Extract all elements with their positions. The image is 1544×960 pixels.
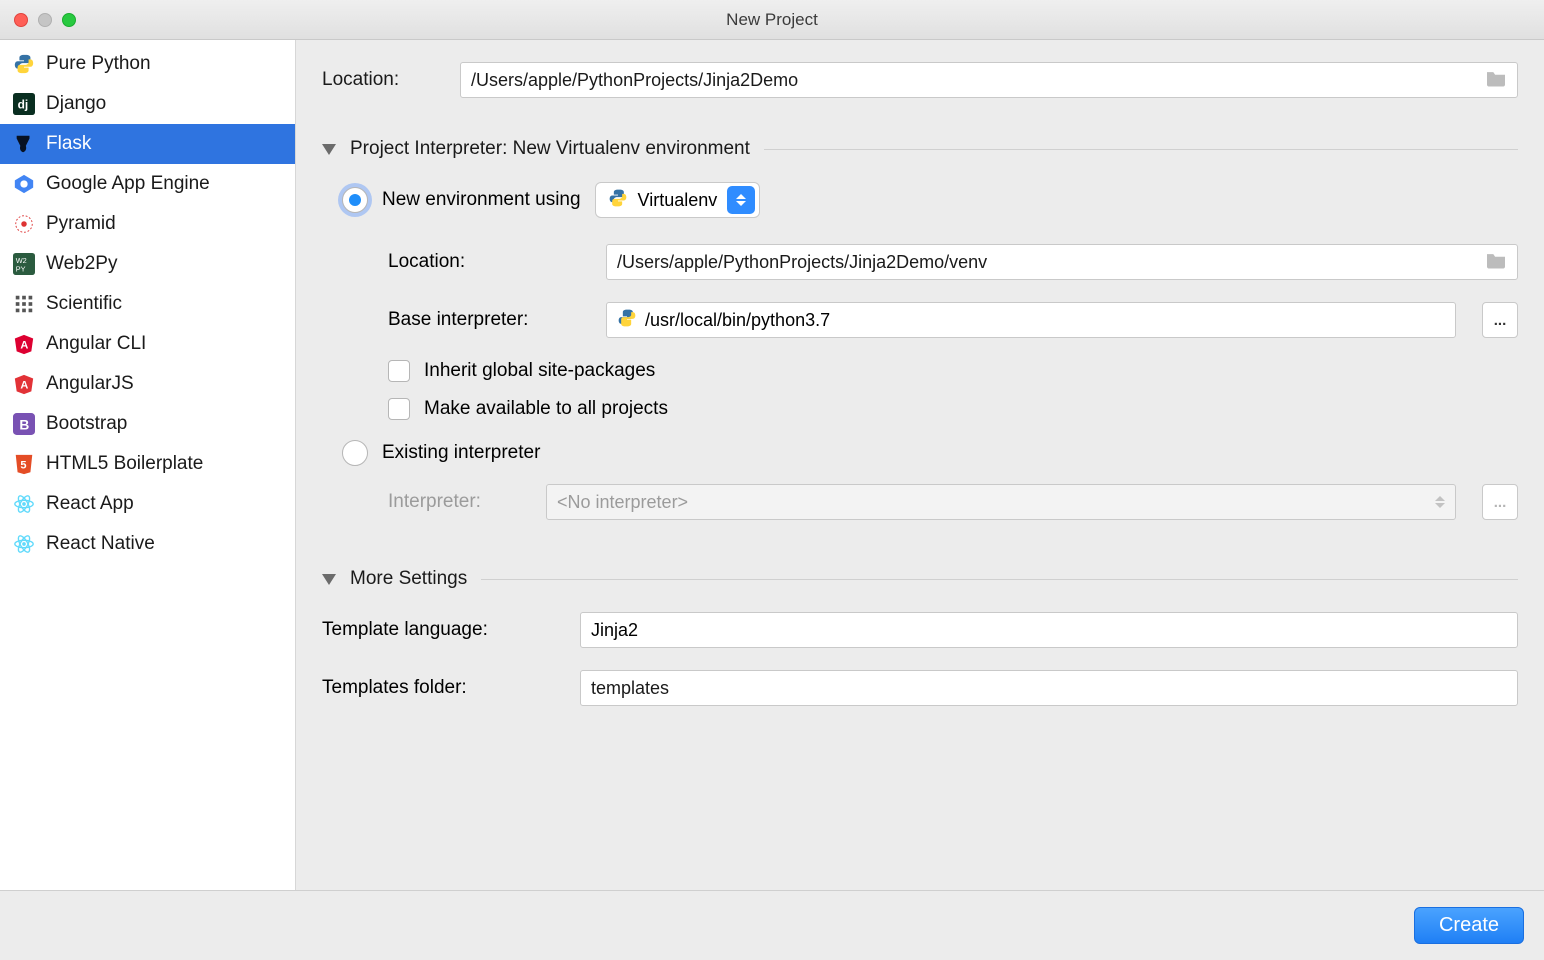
- inherit-packages-checkbox[interactable]: [388, 360, 410, 382]
- templates-folder-input[interactable]: templates: [580, 670, 1518, 706]
- gae-icon: [12, 172, 36, 196]
- interpreter-section-header[interactable]: Project Interpreter: New Virtualenv envi…: [322, 138, 1518, 160]
- sidebar-item-bootstrap[interactable]: B Bootstrap: [0, 404, 295, 444]
- sidebar-item-react-app[interactable]: React App: [0, 484, 295, 524]
- scientific-icon: [12, 292, 36, 316]
- footer: Create: [0, 890, 1544, 960]
- sidebar-item-label: Web2Py: [46, 253, 117, 275]
- sidebar-item-label: React Native: [46, 533, 155, 555]
- location-value: /Users/apple/PythonProjects/Jinja2Demo: [471, 70, 798, 91]
- new-environment-radio[interactable]: [342, 187, 368, 213]
- interpreter-section-title: Project Interpreter: New Virtualenv envi…: [350, 138, 750, 160]
- select-stepper-icon: [727, 186, 755, 214]
- sidebar-item-label: Flask: [46, 133, 91, 155]
- sidebar-item-react-native[interactable]: React Native: [0, 524, 295, 564]
- python-icon: [12, 52, 36, 76]
- more-settings-header[interactable]: More Settings: [322, 568, 1518, 590]
- base-interpreter-more-button[interactable]: ...: [1482, 302, 1518, 338]
- sidebar-item-angularjs[interactable]: A AngularJS: [0, 364, 295, 404]
- existing-interpreter-more-button: ...: [1482, 484, 1518, 520]
- svg-text:A: A: [20, 340, 28, 352]
- sidebar-item-angular-cli[interactable]: A Angular CLI: [0, 324, 295, 364]
- sidebar-item-label: Angular CLI: [46, 333, 146, 355]
- sidebar-item-web2py[interactable]: W2PY Web2Py: [0, 244, 295, 284]
- sidebar-item-google-app-engine[interactable]: Google App Engine: [0, 164, 295, 204]
- divider: [764, 149, 1518, 150]
- flask-icon: [12, 132, 36, 156]
- templates-folder-value: templates: [591, 678, 669, 699]
- env-location-input[interactable]: /Users/apple/PythonProjects/Jinja2Demo/v…: [606, 244, 1518, 280]
- web2py-icon: W2PY: [12, 252, 36, 276]
- base-interpreter-select[interactable]: /usr/local/bin/python3.7: [606, 302, 1456, 338]
- template-language-value: Jinja2: [591, 620, 638, 641]
- sidebar-item-label: Scientific: [46, 293, 122, 315]
- select-stepper-icon: [1493, 620, 1513, 641]
- sidebar-item-label: Pure Python: [46, 53, 151, 75]
- location-input[interactable]: /Users/apple/PythonProjects/Jinja2Demo: [460, 62, 1518, 98]
- base-interpreter-value: /usr/local/bin/python3.7: [645, 310, 830, 331]
- make-available-checkbox[interactable]: [388, 398, 410, 420]
- python-icon: [608, 188, 628, 213]
- django-icon: dj: [12, 92, 36, 116]
- react-icon: [12, 492, 36, 516]
- sidebar-item-label: Pyramid: [46, 213, 116, 235]
- pyramid-icon: [12, 212, 36, 236]
- sidebar-item-label: React App: [46, 493, 134, 515]
- chevron-down-icon: [322, 144, 336, 155]
- sidebar-item-label: AngularJS: [46, 373, 134, 395]
- new-environment-label: New environment using: [382, 189, 581, 211]
- template-language-select[interactable]: Jinja2: [580, 612, 1518, 648]
- existing-interpreter-radio[interactable]: [342, 440, 368, 466]
- select-stepper-icon: [1431, 310, 1451, 331]
- angular-icon: A: [12, 332, 36, 356]
- svg-text:A: A: [20, 380, 28, 392]
- html5-icon: 5: [12, 452, 36, 476]
- sidebar-item-pure-python[interactable]: Pure Python: [0, 44, 295, 84]
- chevron-down-icon: [322, 574, 336, 585]
- browse-folder-icon[interactable]: [1485, 251, 1507, 274]
- svg-text:B: B: [19, 418, 29, 433]
- env-location-value: /Users/apple/PythonProjects/Jinja2Demo/v…: [617, 252, 987, 273]
- base-interpreter-label: Base interpreter:: [388, 309, 588, 331]
- make-available-label: Make available to all projects: [424, 398, 668, 420]
- svg-text:PY: PY: [16, 264, 26, 273]
- project-type-sidebar: Pure Python dj Django Flask Google App E…: [0, 40, 296, 890]
- location-label: Location:: [322, 69, 442, 91]
- angularjs-icon: A: [12, 372, 36, 396]
- env-tool-select[interactable]: Virtualenv: [595, 182, 761, 218]
- sidebar-item-label: Django: [46, 93, 106, 115]
- window-title: New Project: [0, 10, 1544, 30]
- sidebar-item-label: HTML5 Boilerplate: [46, 453, 203, 475]
- sidebar-item-label: Bootstrap: [46, 413, 127, 435]
- existing-interpreter-value: <No interpreter>: [557, 492, 688, 513]
- sidebar-item-label: Google App Engine: [46, 173, 210, 195]
- sidebar-item-pyramid[interactable]: Pyramid: [0, 204, 295, 244]
- select-stepper-icon: [1429, 488, 1451, 516]
- sidebar-item-scientific[interactable]: Scientific: [0, 284, 295, 324]
- titlebar: New Project: [0, 0, 1544, 40]
- svg-text:5: 5: [20, 460, 26, 472]
- sidebar-item-flask[interactable]: Flask: [0, 124, 295, 164]
- existing-interpreter-select: <No interpreter>: [546, 484, 1456, 520]
- env-tool-value: Virtualenv: [638, 190, 718, 211]
- main-panel: Location: /Users/apple/PythonProjects/Ji…: [296, 40, 1544, 890]
- bootstrap-icon: B: [12, 412, 36, 436]
- create-button[interactable]: Create: [1414, 907, 1524, 944]
- template-language-label: Template language:: [322, 619, 562, 641]
- sidebar-item-django[interactable]: dj Django: [0, 84, 295, 124]
- inherit-packages-label: Inherit global site-packages: [424, 360, 655, 382]
- react-native-icon: [12, 532, 36, 556]
- divider: [481, 579, 1518, 580]
- browse-folder-icon[interactable]: [1485, 69, 1507, 92]
- existing-interpreter-label: Existing interpreter: [382, 442, 540, 464]
- env-location-label: Location:: [388, 251, 588, 273]
- sidebar-item-html5-boilerplate[interactable]: 5 HTML5 Boilerplate: [0, 444, 295, 484]
- more-settings-title: More Settings: [350, 568, 467, 590]
- svg-text:dj: dj: [18, 98, 29, 112]
- templates-folder-label: Templates folder:: [322, 677, 562, 699]
- python-icon: [617, 308, 637, 333]
- interpreter-label: Interpreter:: [388, 491, 528, 513]
